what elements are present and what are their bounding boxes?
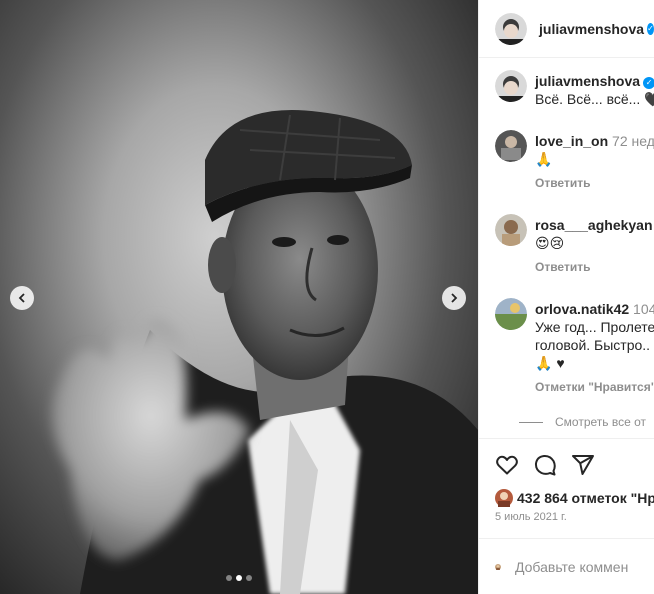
previous-slide-button[interactable] (10, 286, 34, 310)
add-comment-bar (479, 538, 654, 594)
commenter-avatar[interactable] (495, 298, 527, 330)
black-heart-icon: 🖤 (644, 91, 654, 107)
comment-time: 104 (633, 301, 654, 317)
chevron-right-icon (451, 293, 458, 303)
commenter-avatar[interactable] (495, 130, 527, 162)
comment-likes-link[interactable]: Отметки "Нравится": (535, 380, 654, 394)
reply-button[interactable]: Ответить (535, 260, 654, 274)
portrait-image (52, 110, 478, 594)
likes-text: 432 864 отметок "Нр (517, 490, 654, 506)
add-comment-input[interactable] (515, 558, 654, 575)
comment-text-line: Уже год... Пролетел (535, 319, 654, 335)
comment-text: 😍😢 (535, 235, 565, 251)
chevron-left-icon (18, 293, 25, 303)
commenter-avatar[interactable] (495, 214, 527, 246)
next-slide-button[interactable] (442, 286, 466, 310)
post-photo[interactable] (0, 0, 478, 594)
verified-badge-icon: ✓ (643, 77, 654, 89)
comment-text-line: 🙏 ♥ (535, 355, 565, 371)
carousel-dot (226, 575, 232, 581)
post-date: 5 июль 2021 г. (495, 511, 567, 523)
comment-text: 🙏 (535, 151, 553, 167)
comment-time: 72 нед. (612, 133, 654, 149)
divider-line (519, 421, 543, 423)
author-avatar[interactable] (495, 12, 527, 45)
comments-list: juliavmenshova✓ Всё. Всё... всё... 🖤 lov… (479, 58, 654, 438)
caption-text: Всё. Всё... всё... (535, 91, 641, 107)
comment-username[interactable]: love_in_on (535, 133, 608, 149)
carousel-indicator (226, 575, 252, 581)
carousel-dot (246, 575, 252, 581)
author-username[interactable]: juliavmenshova (539, 21, 644, 37)
author-avatar[interactable] (495, 70, 527, 102)
comment-text-line: головой. Быстро.. С (535, 337, 654, 353)
comment-icon[interactable] (533, 453, 557, 477)
reply-button[interactable]: Ответить (535, 176, 654, 190)
likes-count[interactable]: 432 864 отметок "Нр (495, 489, 654, 507)
liker-avatar (495, 489, 513, 507)
post-header: juliavmenshova ✓ (479, 0, 654, 58)
current-user-avatar (495, 563, 501, 570)
instagram-post-modal: juliavmenshova ✓ juliavmenshova ✓ Всё. Вс… (0, 0, 654, 594)
comment-username[interactable]: rosa___aghekyan (535, 217, 653, 233)
heart-icon[interactable] (495, 453, 519, 477)
view-all-replies-label: Смотреть все от (555, 415, 647, 429)
post-side-panel: juliavmenshova ✓ juliavmenshova ✓ Всё. Вс… (478, 0, 654, 594)
post-actions: 432 864 отметок "Нр 5 июль 2021 г. (479, 438, 654, 538)
comment-username[interactable]: orlova.natik42 (535, 301, 629, 317)
share-icon[interactable] (571, 453, 595, 477)
verified-badge-icon: ✓ (647, 22, 654, 35)
view-all-replies-button[interactable]: Смотреть все от (519, 415, 646, 429)
carousel-dot-active (236, 575, 242, 581)
caption-username[interactable]: juliavmenshova (535, 73, 640, 89)
